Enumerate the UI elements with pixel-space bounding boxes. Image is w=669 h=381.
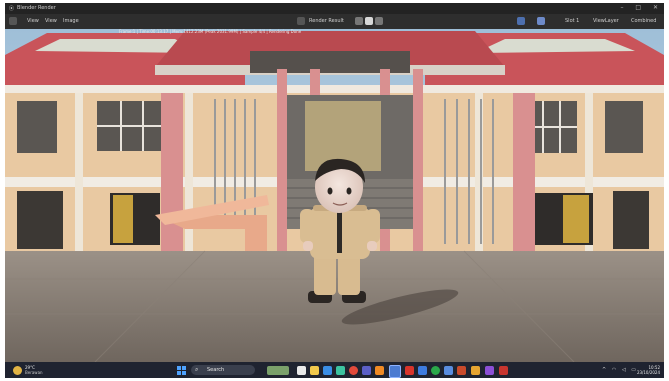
system-tray[interactable]: ^ ◠ ◁ ▭ [598, 367, 636, 373]
weather-condition: Berawan [25, 370, 43, 375]
window-title: Blender Render [17, 5, 56, 11]
taskbar-search[interactable]: ⌕ Search [191, 365, 255, 375]
wifi-icon[interactable]: ◠ [612, 367, 616, 373]
word-icon[interactable] [418, 366, 427, 375]
menu-view-2[interactable]: View [45, 18, 57, 24]
edge-browser-icon[interactable] [323, 366, 332, 375]
image-name-field[interactable]: Render Result [309, 18, 344, 24]
store-icon[interactable] [336, 366, 345, 375]
pin-icon[interactable] [355, 17, 363, 25]
firefox-icon[interactable] [375, 366, 384, 375]
windows-start-icon[interactable] [177, 366, 186, 375]
widget-app-icon[interactable] [267, 366, 289, 375]
speaker-icon[interactable]: ◁ [622, 367, 626, 373]
acrobat-icon[interactable] [499, 366, 508, 375]
maximize-button[interactable]: □ [635, 4, 641, 11]
chrome-icon[interactable] [349, 366, 358, 375]
blender-taskbar-icon[interactable] [389, 365, 401, 378]
pass-select[interactable]: Combined [631, 18, 656, 24]
render-result-image: Frame:1 | Time:00:13.17 | Mem:1412.23M (… [5, 29, 664, 362]
search-label: Search [207, 367, 225, 373]
windows-taskbar: 29°C Berawan ⌕ Search ^ ◠ ◁ ▭ 10:52 23/1… [5, 362, 664, 378]
render-status-text: Frame:1 | Time:00:13.17 | Mem:1412.23M (… [119, 29, 302, 34]
chevron-up-icon[interactable]: ^ [602, 367, 606, 373]
weather-widget[interactable]: 29°C Berawan [13, 365, 63, 376]
battery-icon[interactable]: ▭ [631, 367, 636, 373]
clock-date: 23/10/2024 [636, 370, 660, 375]
menu-image[interactable]: Image [63, 18, 79, 24]
close-button[interactable]: ✕ [653, 4, 658, 11]
image-editor-toolbar: View View Image Render Result Slot 1 Vie… [5, 14, 664, 29]
photos-icon[interactable] [444, 366, 453, 375]
weather-sun-icon [13, 366, 22, 375]
file-explorer-icon[interactable] [310, 366, 319, 375]
editor-type-icon[interactable] [9, 17, 17, 25]
teams-icon[interactable] [362, 366, 371, 375]
blender-window: ⦿ Blender Render – □ ✕ View View Image R… [5, 3, 664, 378]
color-management-icon[interactable] [537, 17, 545, 25]
media-app-icon[interactable] [485, 366, 494, 375]
window-titlebar: ⦿ Blender Render – □ ✕ [5, 3, 664, 14]
display-channels-icon[interactable] [517, 17, 525, 25]
youtube-icon[interactable] [405, 366, 414, 375]
whatsapp-icon[interactable] [431, 366, 440, 375]
powerpoint-icon[interactable] [457, 366, 466, 375]
view-layer-select[interactable]: ViewLayer [593, 18, 619, 24]
blender-logo-icon: ⦿ [9, 6, 15, 12]
task-view-icon[interactable] [297, 366, 306, 375]
unlink-icon[interactable] [375, 17, 383, 25]
taskbar-clock[interactable]: 10:52 23/10/2024 [637, 365, 660, 375]
window-controls: – □ ✕ [610, 4, 658, 11]
minimize-button[interactable]: – [620, 4, 623, 11]
new-image-icon[interactable] [365, 17, 373, 25]
illustrator-icon[interactable] [471, 366, 480, 375]
search-icon: ⌕ [195, 366, 199, 373]
menu-view[interactable]: View [27, 18, 39, 24]
image-browse-icon[interactable] [297, 17, 305, 25]
slot-select[interactable]: Slot 1 [565, 18, 579, 24]
